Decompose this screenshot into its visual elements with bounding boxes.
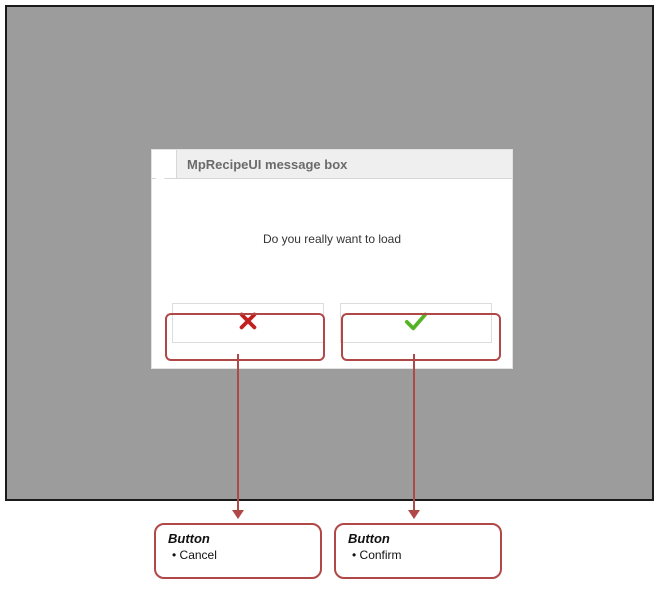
annotation-heading: Button [348, 531, 490, 546]
confirm-button[interactable] [340, 303, 492, 343]
dialog-body: Do you really want to load [152, 179, 512, 299]
callout-arrow-confirm [413, 354, 415, 518]
dialog-tab-notch [152, 150, 177, 178]
dialog-titlebar: MpRecipeUI message box [152, 150, 512, 179]
app-window-frame: MpRecipeUI message box Do you really wan… [5, 5, 654, 501]
callout-arrow-cancel [237, 354, 239, 518]
cross-icon [237, 310, 259, 337]
figure-canvas: MpRecipeUI message box Do you really wan… [0, 0, 659, 595]
dialog-message-text: Do you really want to load [263, 232, 401, 246]
dialog-button-row [152, 299, 512, 357]
annotation-bullet: Cancel [168, 548, 310, 562]
dialog-title: MpRecipeUI message box [177, 157, 347, 172]
annotation-confirm: Button Confirm [334, 523, 502, 579]
cancel-button[interactable] [172, 303, 324, 343]
message-box-dialog: MpRecipeUI message box Do you really wan… [152, 150, 512, 368]
check-icon [404, 310, 428, 337]
app-background: MpRecipeUI message box Do you really wan… [7, 7, 652, 499]
annotation-bullet: Confirm [348, 548, 490, 562]
annotation-heading: Button [168, 531, 310, 546]
annotation-cancel: Button Cancel [154, 523, 322, 579]
